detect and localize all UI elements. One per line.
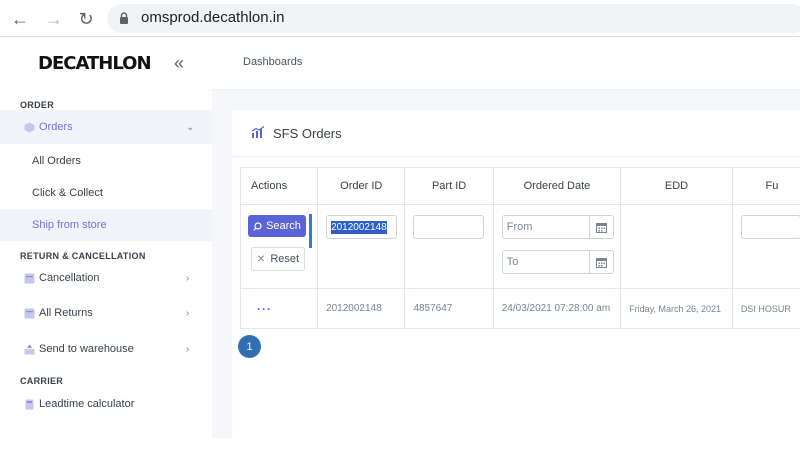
focus-indicator xyxy=(309,214,312,248)
to-date-picker[interactable]: To xyxy=(502,250,620,274)
cell-part-id: 4857647 xyxy=(405,289,493,329)
column-header-fulfillment[interactable]: Fu xyxy=(732,168,800,205)
double-chevron-left-icon[interactable]: « xyxy=(174,53,184,74)
cell-order-id: 2012002148 xyxy=(318,289,405,329)
section-return-cancellation: RETURN & CANCELLATION xyxy=(20,251,146,261)
calculator-icon xyxy=(24,399,35,410)
card-header: SFS Orders xyxy=(232,110,800,157)
order-id-filter-input[interactable]: 2012002148 xyxy=(326,215,397,239)
sidebar-subitem-label: Click & Collect xyxy=(32,187,103,199)
top-bar: Dashboards xyxy=(212,38,800,90)
sidebar-item-label: Orders xyxy=(39,121,73,133)
part-id-filter-input[interactable] xyxy=(413,215,484,239)
sidebar-item-orders[interactable]: Orders ⌄ xyxy=(0,110,212,144)
chevron-down-icon: ⌄ xyxy=(186,122,194,133)
sidebar-item-label: Cancellation xyxy=(39,272,100,284)
chevron-right-icon: › xyxy=(186,344,189,355)
address-bar[interactable]: omsprod.decathlon.in xyxy=(107,4,800,33)
table-row[interactable]: ··· 2012002148 4857647 24/03/2021 07:28:… xyxy=(241,289,800,329)
column-header-order-id[interactable]: Order ID xyxy=(318,168,405,205)
filter-row: Search ✕ Reset 2012002148 xyxy=(241,205,800,289)
reset-button[interactable]: ✕ Reset xyxy=(251,247,305,271)
breadcrumb[interactable]: Dashboards xyxy=(243,56,302,68)
calendar-icon[interactable] xyxy=(590,250,614,274)
fulfillment-filter-input[interactable] xyxy=(741,215,800,239)
to-date-input[interactable]: To xyxy=(502,250,590,274)
sidebar-subitem-ship-from-store[interactable]: Ship from store xyxy=(0,209,212,241)
column-header-ordered-date[interactable]: Ordered Date xyxy=(493,168,620,205)
sidebar: DECATHLON « ORDER Orders ⌄ All Orders Cl… xyxy=(0,38,212,438)
chevron-right-icon: › xyxy=(186,308,189,319)
sidebar-item-label: All Returns xyxy=(39,307,93,319)
sidebar-subitem-all-orders[interactable]: All Orders xyxy=(0,145,212,177)
column-header-actions: Actions xyxy=(241,168,318,205)
sidebar-subitem-click-collect[interactable]: Click & Collect xyxy=(0,177,212,209)
sidebar-item-send-to-warehouse[interactable]: Send to warehouse › xyxy=(0,332,212,366)
calendar-icon[interactable] xyxy=(590,215,614,239)
cell-fulfillment: DSI HOSUR xyxy=(732,289,800,329)
chart-icon xyxy=(251,126,265,138)
sidebar-item-all-returns[interactable]: All Returns › xyxy=(0,296,212,330)
column-header-edd[interactable]: EDD xyxy=(621,168,733,205)
sidebar-subitem-label: Ship from store xyxy=(32,219,107,231)
orders-table: Actions Order ID Part ID Ordered Date ED… xyxy=(240,167,800,329)
sidebar-item-leadtime-calculator[interactable]: Leadtime calculator xyxy=(0,387,212,421)
url-text: omsprod.decathlon.in xyxy=(141,9,284,26)
search-icon xyxy=(253,222,262,231)
sidebar-item-label: Leadtime calculator xyxy=(39,398,134,410)
box-icon xyxy=(24,122,35,133)
search-button-label: Search xyxy=(266,220,301,232)
close-icon: ✕ xyxy=(257,254,265,265)
list-icon xyxy=(24,273,35,284)
section-carrier: CARRIER xyxy=(20,376,63,386)
from-date-picker[interactable]: From xyxy=(502,215,620,239)
sidebar-subitem-label: All Orders xyxy=(32,155,81,167)
reset-button-label: Reset xyxy=(270,253,299,265)
logo: DECATHLON xyxy=(38,53,151,74)
warehouse-icon xyxy=(24,344,35,355)
chevron-right-icon: › xyxy=(186,273,189,284)
more-actions-icon[interactable]: ··· xyxy=(251,302,272,316)
card-title: SFS Orders xyxy=(273,126,342,141)
orders-card: SFS Orders Actions Order ID Part ID Orde… xyxy=(232,110,800,450)
forward-arrow-icon[interactable]: → xyxy=(44,9,64,29)
cell-edd: Friday, March 26, 2021 xyxy=(621,289,733,329)
search-button[interactable]: Search xyxy=(248,215,306,237)
sidebar-item-cancellation[interactable]: Cancellation › xyxy=(0,261,212,295)
table-header-row: Actions Order ID Part ID Ordered Date ED… xyxy=(241,168,800,205)
from-date-input[interactable]: From xyxy=(502,215,590,239)
reload-icon[interactable]: ↻ xyxy=(76,9,96,29)
pagination-page-1[interactable]: 1 xyxy=(238,335,261,358)
column-header-part-id[interactable]: Part ID xyxy=(405,168,493,205)
back-arrow-icon[interactable]: ← xyxy=(10,9,30,29)
browser-toolbar: ← → ↻ omsprod.decathlon.in xyxy=(0,0,800,37)
cell-ordered-date: 24/03/2021 07:28:00 am xyxy=(493,289,620,329)
order-id-filter-value: 2012002148 xyxy=(331,221,387,234)
main-content: SFS Orders Actions Order ID Part ID Orde… xyxy=(212,90,800,438)
sidebar-item-label: Send to warehouse xyxy=(39,343,134,355)
lock-icon xyxy=(119,12,129,24)
section-order: ORDER xyxy=(20,100,54,110)
list-icon xyxy=(24,308,35,319)
